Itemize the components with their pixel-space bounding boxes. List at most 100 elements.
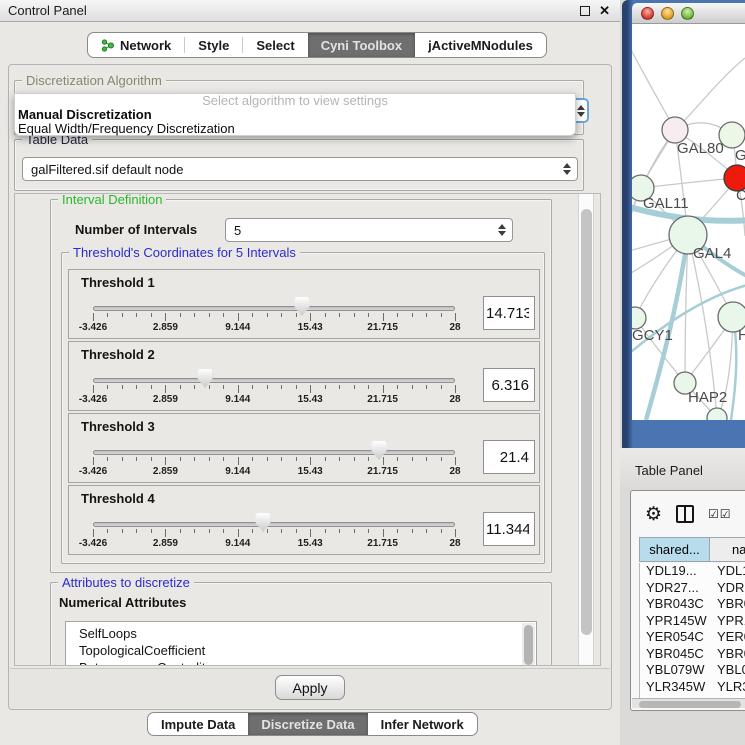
threshold-4-slider[interactable]: -3.4262.8599.14415.4321.71528	[93, 486, 455, 556]
gear-icon[interactable]: ⚙	[645, 505, 662, 524]
control-panel-titlebar: Control Panel ✕	[0, 0, 620, 22]
cell-name[interactable]: YPR1	[711, 613, 745, 630]
network-edge[interactable]	[675, 58, 745, 130]
cell-shared-name[interactable]: YPR145W	[640, 613, 711, 630]
algorithm-dropdown-popup: Select algorithm to view settings Manual…	[14, 93, 576, 136]
cell-shared-name[interactable]: YER054C	[640, 629, 711, 646]
tick-mark	[441, 529, 442, 533]
tick-mark	[93, 529, 94, 537]
threshold-1-value-field[interactable]	[483, 296, 535, 330]
tick-mark	[165, 529, 166, 537]
tick-mark	[310, 457, 311, 465]
slider-track[interactable]	[93, 450, 455, 455]
close-icon[interactable]: ✕	[599, 6, 610, 16]
table-data-combobox[interactable]: galFiltered.sif default node	[22, 157, 578, 181]
tick-mark	[93, 457, 94, 465]
scrollbar-thumb[interactable]	[581, 209, 592, 635]
scrollbar-thumb[interactable]	[639, 701, 741, 708]
attributes-list-scrollbar[interactable]	[522, 623, 535, 666]
cell-shared-name[interactable]: YDL19...	[640, 563, 711, 580]
close-traffic-light-icon[interactable]	[641, 7, 654, 20]
threshold-3-slider[interactable]: -3.4262.8599.14415.4321.71528	[93, 414, 455, 484]
dropdown-option-manual[interactable]: Manual Discretization	[15, 108, 575, 122]
slider-track[interactable]	[93, 306, 455, 311]
table-horizontal-scrollbar[interactable]	[632, 698, 745, 708]
columns-icon[interactable]	[676, 505, 694, 523]
network-edge[interactable]	[641, 178, 737, 188]
cell-shared-name[interactable]: YBR043C	[640, 596, 711, 613]
tab-style[interactable]: Style	[185, 33, 242, 57]
column-header-shared-name[interactable]: shared...	[639, 537, 710, 562]
slider-track[interactable]	[93, 378, 455, 383]
tick-mark	[238, 457, 239, 465]
numerical-attributes-list[interactable]: SelfLoopsTopologicalCoefficientBetweenne…	[65, 621, 537, 666]
table-row[interactable]: YBL079WYBL0	[640, 662, 745, 679]
table-row[interactable]: YER054CYER0	[640, 629, 745, 646]
zoom-traffic-light-icon[interactable]	[681, 7, 694, 20]
network-edge[interactable]	[632, 44, 675, 130]
column-header-name[interactable]: na	[710, 537, 745, 562]
cell-name[interactable]: YDL1	[711, 563, 745, 580]
tick-mark	[252, 385, 253, 389]
apply-button[interactable]: Apply	[275, 675, 344, 700]
network-canvas[interactable]: GAL80GCGAL11GAL4GCY1HHAP2	[632, 24, 745, 420]
table-rows[interactable]: YDL19...YDL1YDR27...YDR2YBR043CYBR0YPR14…	[639, 563, 745, 698]
cell-name[interactable]: YBR0	[711, 596, 745, 613]
scrollbar-thumb[interactable]	[524, 625, 533, 665]
cell-shared-name[interactable]: YBL079W	[640, 662, 711, 679]
table-row[interactable]: YPR145WYPR1	[640, 613, 745, 630]
tick-mark	[397, 385, 398, 389]
tick-mark	[426, 385, 427, 389]
table-row[interactable]: YBR043CYBR0	[640, 596, 745, 613]
tab-network[interactable]: Network	[88, 33, 184, 57]
tab-label: Style	[198, 38, 229, 53]
attribute-list-item[interactable]: SelfLoops	[79, 625, 536, 642]
tab-jactivemnodules[interactable]: jActiveMNodules	[415, 33, 546, 57]
tick-label: 15.43	[298, 394, 323, 405]
float-window-icon[interactable]	[580, 6, 590, 16]
table-row[interactable]: YLR345WYLR3	[640, 679, 745, 696]
checkbox-icons[interactable]: ☑☑	[708, 507, 732, 521]
cell-name[interactable]: YBR0	[711, 646, 745, 663]
threshold-4-value-field[interactable]	[483, 512, 535, 546]
dropdown-option-equal-width[interactable]: Equal Width/Frequency Discretization	[15, 122, 575, 136]
tick-mark	[107, 457, 108, 461]
tab-select[interactable]: Select	[243, 33, 307, 57]
table-row[interactable]: YBR045CYBR0	[640, 646, 745, 663]
tick-label: 28	[449, 466, 460, 477]
cell-shared-name[interactable]: YLR345W	[640, 679, 711, 696]
slider-track[interactable]	[93, 522, 455, 527]
network-node[interactable]	[632, 307, 646, 329]
minimize-traffic-light-icon[interactable]	[661, 7, 674, 20]
network-graph[interactable]: GAL80GCGAL11GAL4GCY1HHAP2	[632, 24, 745, 420]
cell-name[interactable]: YER0	[711, 629, 745, 646]
tick-mark	[136, 313, 137, 317]
tab-cyni-toolbox[interactable]: Cyni Toolbox	[308, 33, 415, 57]
threshold-3-value-field[interactable]	[483, 440, 535, 474]
tab-discretize-data[interactable]: Discretize Data	[248, 713, 367, 735]
tick-mark	[209, 313, 210, 317]
tick-label: 28	[449, 322, 460, 333]
cell-name[interactable]: YBL0	[711, 662, 745, 679]
cell-shared-name[interactable]: YBR045C	[640, 646, 711, 663]
cell-shared-name[interactable]: YDR27...	[640, 580, 711, 597]
tick-mark	[281, 529, 282, 533]
threshold-1-slider[interactable]: -3.4262.8599.14415.4321.71528	[93, 270, 455, 340]
tab-impute-data[interactable]: Impute Data	[148, 713, 248, 735]
table-row[interactable]: YDR27...YDR2	[640, 580, 745, 597]
tick-mark	[151, 529, 152, 533]
threshold-2-slider[interactable]: -3.4262.8599.14415.4321.71528	[93, 342, 455, 412]
settings-panel-scrollbar[interactable]	[578, 194, 594, 665]
tick-label: 21.715	[367, 394, 398, 405]
network-node-label: C	[736, 187, 745, 204]
tick-mark	[296, 529, 297, 533]
attribute-list-item[interactable]: BetweennessCentrality	[79, 659, 536, 666]
table-row[interactable]: YDL19...YDL1	[640, 563, 745, 580]
attribute-list-item[interactable]: TopologicalCoefficient	[79, 642, 536, 659]
slider-tick-labels: -3.4262.8599.14415.4321.71528	[93, 394, 455, 406]
threshold-2-value-field[interactable]	[483, 368, 535, 402]
tab-infer-network[interactable]: Infer Network	[368, 713, 477, 735]
cell-name[interactable]: YLR3	[711, 679, 745, 696]
number-of-intervals-combobox[interactable]: 5	[225, 218, 513, 242]
cell-name[interactable]: YDR2	[711, 580, 745, 597]
